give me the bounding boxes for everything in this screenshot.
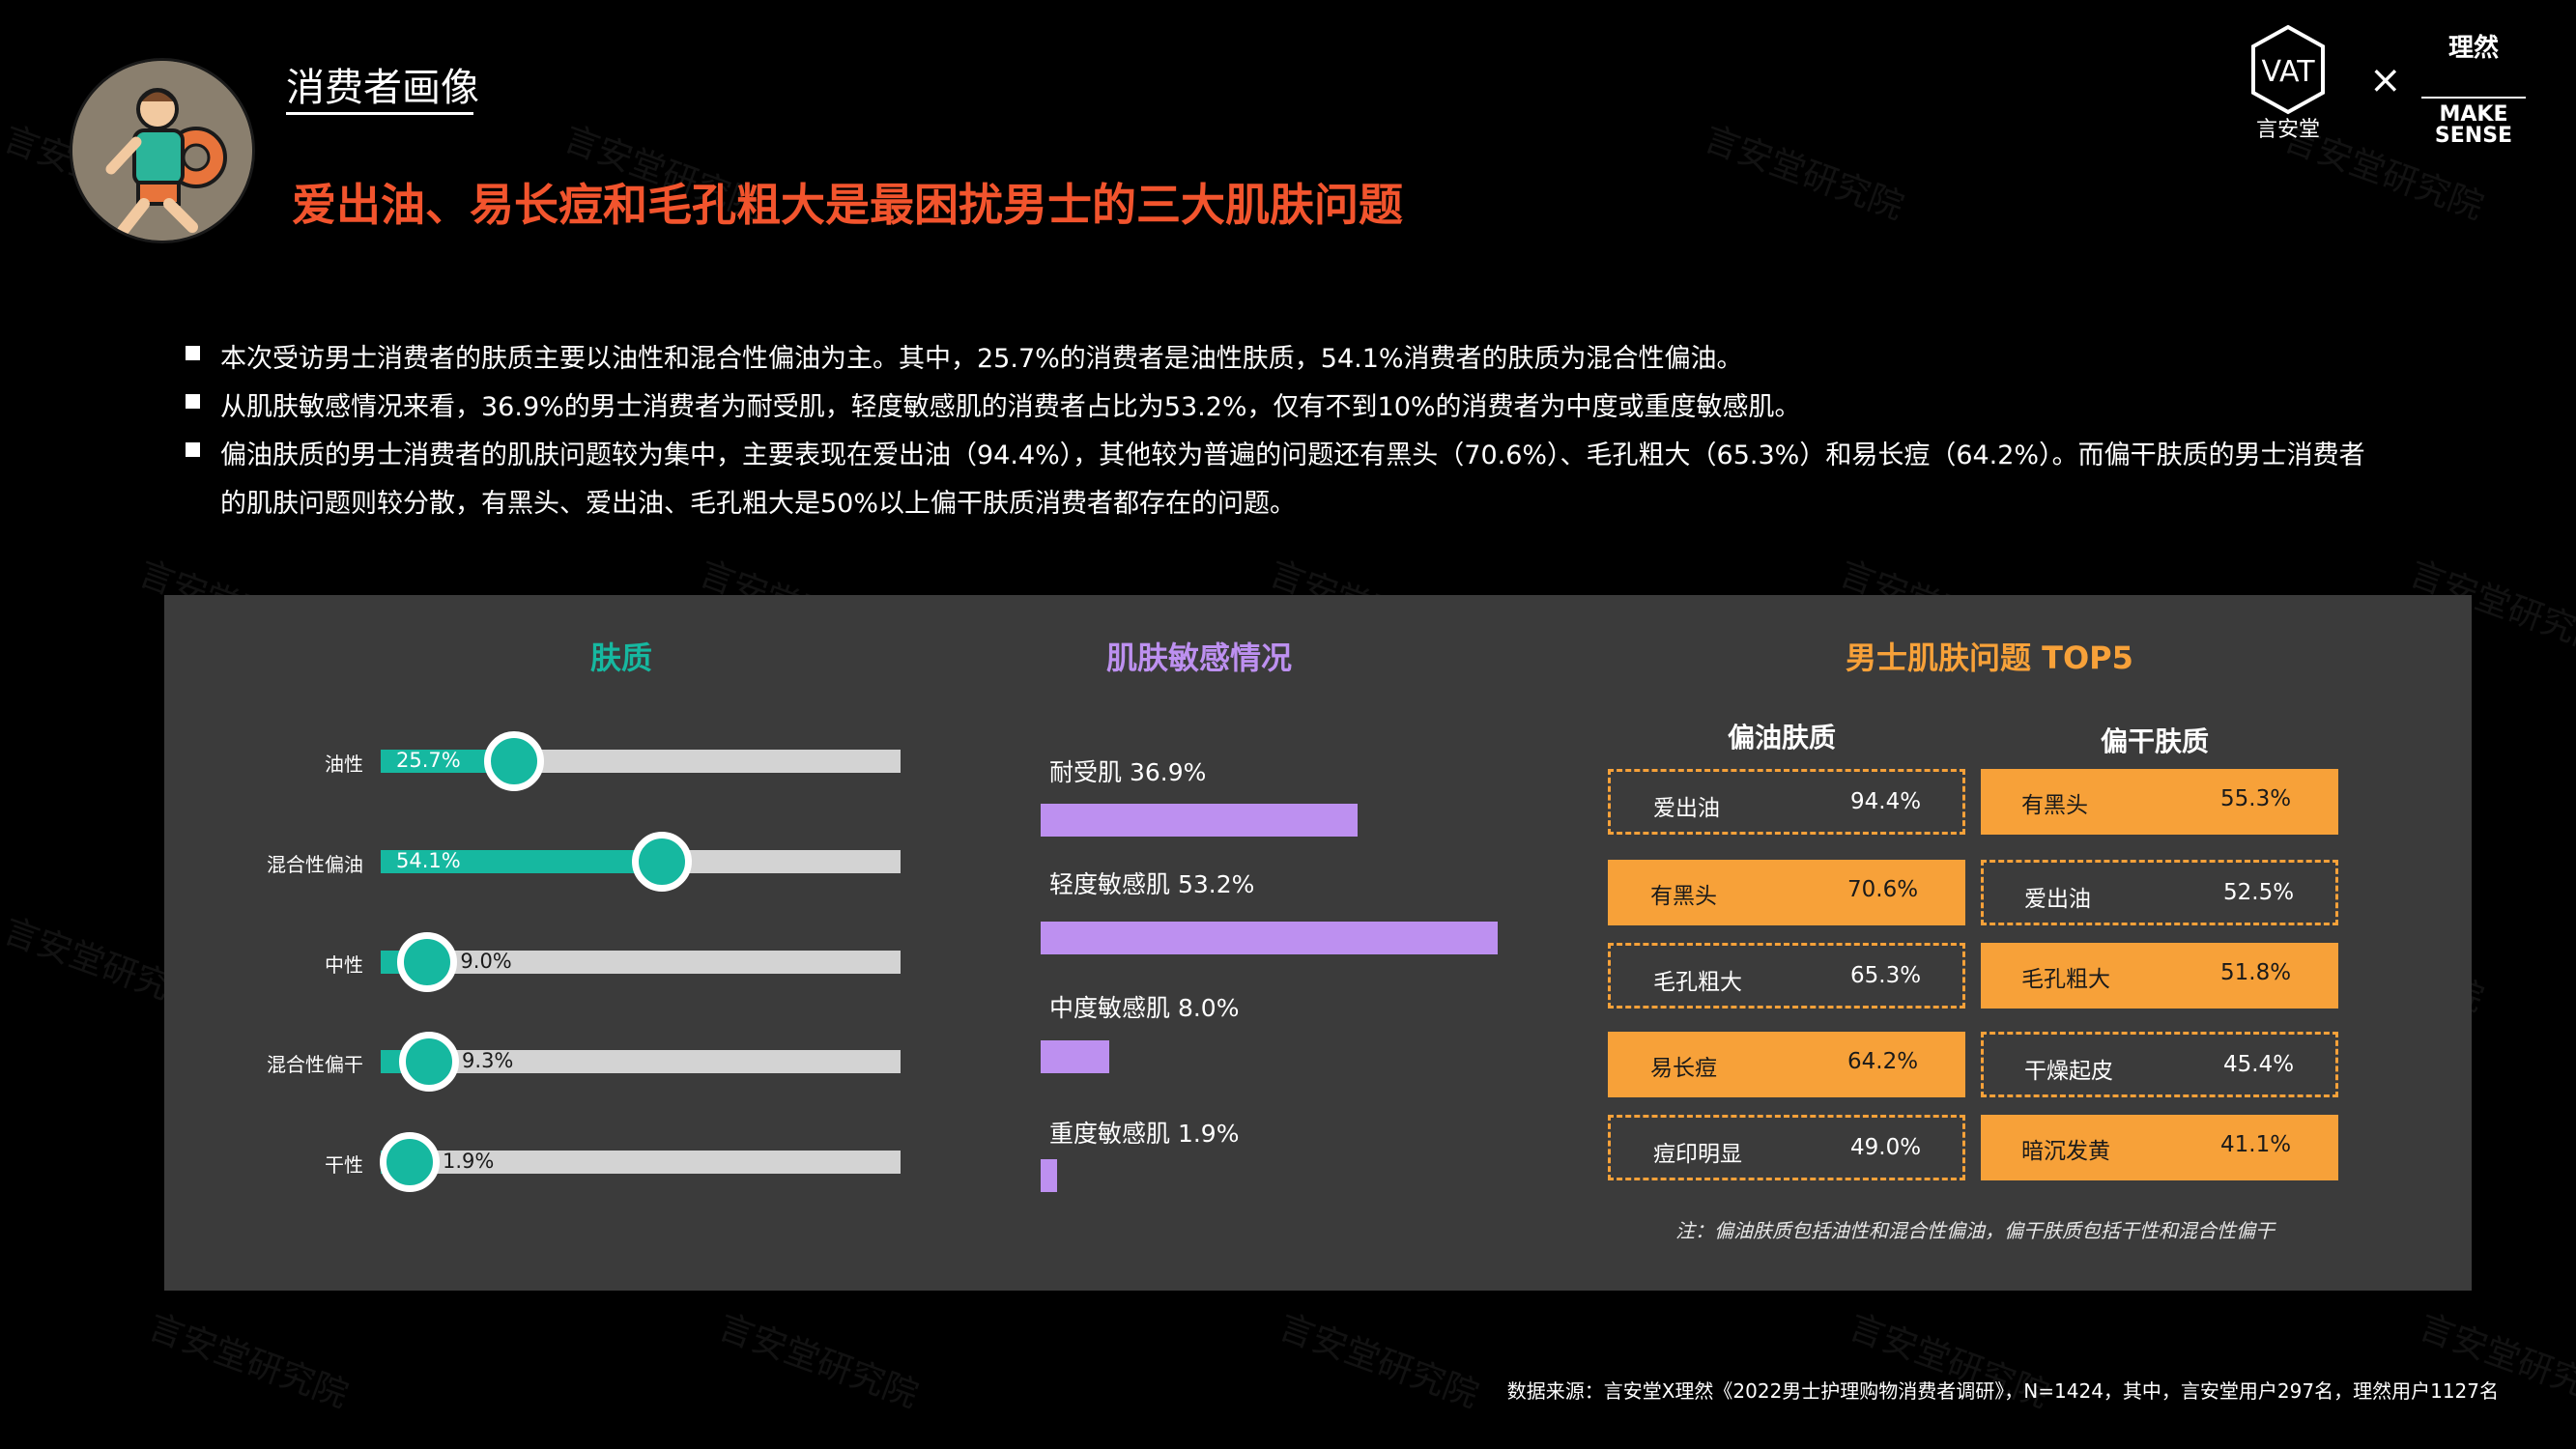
sensitivity-label: 重度敏感肌 1.9% [1049,1120,1240,1148]
issue-name: 毛孔粗大 [1653,970,1742,995]
issue-name: 爱出油 [1653,796,1720,821]
watermark-text: 言安堂研究院 [713,1307,924,1416]
issue-name: 毛孔粗大 [2021,967,2110,992]
watermark-text: 言安堂研究院 [1699,119,1909,228]
skin-type-label: 混合性偏干 [267,1053,363,1076]
watermark-text: 言安堂研究院 [1274,1307,1484,1416]
skin-type-label: 中性 [325,953,363,977]
skin-type-value: 9.3% [462,1049,514,1072]
bullet-text-1: 本次受访男士消费者的肤质主要以油性和混合性偏油为主。其中，25.7%的消费者是油… [220,344,1743,374]
skin-type-track [381,951,901,974]
dry-issue-cell: 干燥起皮 45.4% [1981,1032,2338,1097]
footnote: 注：偏油肤质包括油性和混合性偏油，偏干肤质包括干性和混合性偏干 [1675,1219,2275,1242]
dry-column-header: 偏干肤质 [2101,725,2210,757]
brand2-en-name: MAKE SENSE [2421,104,2526,147]
section-label: 消费者画像 [286,66,479,110]
skin-type-label: 混合性偏油 [267,853,363,876]
watermark-text: 言安堂研究院 [143,1307,354,1416]
sensitivity-bar [1041,1040,1110,1073]
issue-value: 94.4% [1850,789,1922,814]
sensitivity-bar [1041,922,1498,954]
skin-type-knob [399,1032,460,1092]
issue-value: 41.1% [2220,1132,2292,1157]
sensitivity-label: 中度敏感肌 8.0% [1049,994,1240,1022]
dry-issue-cell: 暗沉发黄 41.1% [1981,1115,2338,1180]
brand2-en-line1: MAKE [2439,102,2508,127]
data-source: 数据来源：言安堂X理然《2022男士护理购物消费者调研》，N=1424，其中，言… [1506,1379,2499,1403]
oily-issue-cell: 爱出油 94.4% [1608,769,1965,835]
oily-issue-cell: 易长痘 64.2% [1608,1032,1965,1097]
issue-name: 有黑头 [1650,884,1717,909]
skin-type-title: 肤质 [590,639,653,676]
bullet-text-2: 从肌肤敏感情况来看，36.9%的男士消费者为耐受肌，轻度敏感肌的消费者占比为53… [220,392,1801,422]
sensitivity-title: 肌肤敏感情况 [1106,639,1293,676]
issue-name: 干燥起皮 [2024,1059,2113,1084]
sensitivity-label: 轻度敏感肌 53.2% [1049,870,1255,898]
bullet-marker [186,442,200,457]
skin-type-value: 1.9% [443,1150,495,1173]
oily-column-header: 偏油肤质 [1728,722,1837,753]
avatar-illustration [70,58,255,243]
skin-type-label: 油性 [325,753,363,776]
skin-type-value: 9.0% [460,950,512,973]
issue-value: 65.3% [1850,963,1922,988]
brand2-en-line2: SENSE [2434,124,2513,148]
issue-value: 52.5% [2223,880,2295,905]
issue-name: 易长痘 [1650,1056,1717,1081]
issue-name: 有黑头 [2021,793,2088,818]
issue-value: 51.8% [2220,960,2292,985]
sensitivity-label: 耐受肌 36.9% [1049,758,1207,786]
bullet-marker [186,346,200,360]
svg-text:VAT: VAT [2261,55,2315,89]
oily-issue-cell: 毛孔粗大 65.3% [1608,943,1965,1009]
yananteng-logo-icon: VAT [2247,23,2329,116]
bullet-text-3: 偏油肤质的男士消费者的肌肤问题较为集中，主要表现在爱出油（94.4%），其他较为… [220,440,2365,470]
skin-type-knob [484,731,545,791]
top5-title: 男士肌肤问题 TOP5 [1846,639,2133,676]
dry-issue-cell: 毛孔粗大 51.8% [1981,943,2338,1009]
issue-value: 55.3% [2220,786,2292,811]
skin-type-label: 干性 [325,1153,363,1177]
skin-type-knob [380,1132,440,1192]
dry-issue-cell: 有黑头 55.3% [1981,769,2338,835]
issue-name: 痘印明显 [1653,1142,1742,1167]
dry-issue-cell: 爱出油 52.5% [1981,860,2338,925]
sensitivity-bar [1041,804,1359,837]
brand2-cn-name: 理然 [2447,34,2499,63]
logo-separator: × [2369,58,2402,102]
skin-type-value: 54.1% [396,849,461,872]
section-underline [286,112,473,115]
oily-issue-cell: 痘印明显 49.0% [1608,1115,1965,1180]
issue-value: 49.0% [1850,1135,1922,1160]
skin-type-knob [397,932,458,992]
brand2-divider [2421,97,2526,99]
page-headline: 爱出油、易长痘和毛孔粗大是最困扰男士的三大肌肤问题 [292,179,1403,231]
oily-issue-cell: 有黑头 70.6% [1608,860,1965,925]
running-man-icon [72,61,252,241]
issue-value: 64.2% [1847,1049,1919,1074]
bullet-text-3-cont: 的肌肤问题则较分散，有黑头、爱出油、毛孔粗大是50%以上偏干肤质消费者都存在的问… [220,489,1297,519]
brand1-name: 言安堂 [2255,118,2320,142]
skin-type-knob [632,832,693,892]
skin-type-value: 25.7% [396,749,461,772]
issue-value: 70.6% [1847,877,1919,902]
issue-name: 暗沉发黄 [2021,1139,2110,1164]
issue-name: 爱出油 [2024,887,2091,912]
bullet-marker [186,394,200,409]
issue-value: 45.4% [2223,1052,2295,1077]
sensitivity-bar [1041,1159,1057,1192]
